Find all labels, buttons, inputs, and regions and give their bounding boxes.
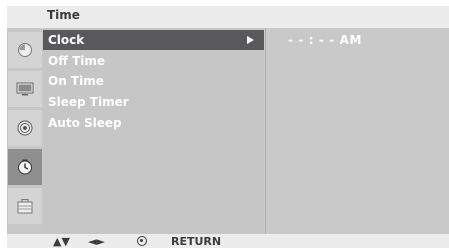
sidebar-item-picture[interactable] <box>8 32 42 68</box>
ok-button-icon <box>137 236 147 246</box>
sidebar-item-screen[interactable] <box>8 71 42 107</box>
menu-item-off-time[interactable]: Off Time <box>43 51 264 71</box>
sidebar-item-option[interactable] <box>8 188 42 224</box>
menu-item-auto-sleep[interactable]: Auto Sleep <box>43 113 264 133</box>
time-icon <box>18 159 32 175</box>
screen-icon <box>16 82 34 96</box>
menu-item-sleep-timer[interactable]: Sleep Timer <box>43 92 264 112</box>
arrow-right-icon <box>247 36 254 44</box>
menu-item-label: Sleep Timer <box>48 95 129 109</box>
menu-item-label: Clock <box>48 33 85 47</box>
picture-icon <box>18 43 32 57</box>
menu-item-label: On Time <box>48 74 104 88</box>
menu-title: Time <box>47 8 80 22</box>
menu-item-on-time[interactable]: On Time <box>43 71 264 91</box>
menu-item-clock[interactable]: Clock <box>43 30 264 50</box>
osd-menu: Time Clock Off Time On Time Sleep Timer … <box>7 6 449 248</box>
sidebar-item-time[interactable] <box>8 149 42 185</box>
value-panel: - - : - - AM <box>265 28 449 234</box>
navigation-footer: ▲▼ ◄► RETURN <box>7 234 449 248</box>
return-label: RETURN <box>171 235 222 248</box>
clock-value: - - : - - AM <box>288 33 363 47</box>
menu-item-label: Off Time <box>48 54 106 68</box>
menu-header: Time <box>7 6 449 28</box>
sound-icon <box>17 120 33 136</box>
sidebar-item-sound[interactable] <box>8 110 42 146</box>
left-right-arrows-icon: ◄► <box>88 235 105 248</box>
category-sidebar <box>7 28 43 234</box>
menu-item-label: Auto Sleep <box>48 116 122 130</box>
up-down-arrows-icon: ▲▼ <box>53 235 70 248</box>
submenu-panel: Clock Off Time On Time Sleep Timer Auto … <box>43 28 264 234</box>
option-icon <box>17 199 33 214</box>
